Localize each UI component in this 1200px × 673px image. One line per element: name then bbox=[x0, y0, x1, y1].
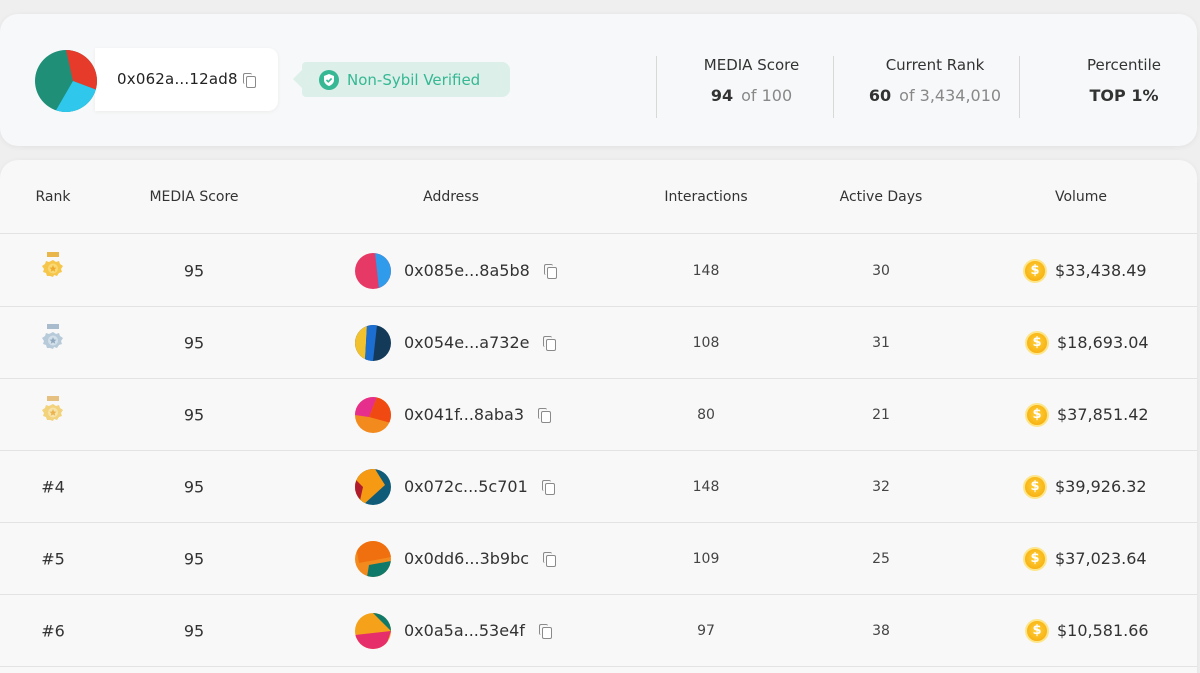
copy-icon[interactable] bbox=[541, 479, 555, 495]
table-header: Rank MEDIA Score Address Interactions Ac… bbox=[0, 160, 1197, 234]
volume-value: $33,438.49 bbox=[1055, 261, 1147, 280]
active-days-cell: 32 bbox=[872, 478, 890, 495]
address-cell: 0x085e...8a5b8 bbox=[355, 252, 557, 289]
interactions-cell: 109 bbox=[692, 550, 720, 567]
interactions-cell: 97 bbox=[697, 622, 715, 639]
avatar bbox=[355, 540, 391, 577]
header-address: Address bbox=[423, 189, 479, 205]
table-row[interactable]: 95 0x085e...8a5b8 148 30 $33,438.49 bbox=[0, 235, 1197, 307]
volume-cell: $10,581.66 bbox=[1025, 618, 1149, 643]
media-score-suffix: of 100 bbox=[741, 86, 793, 105]
current-rank-suffix: of 3,434,010 bbox=[899, 86, 1002, 105]
percentile-stat: Percentile TOP 1% bbox=[1060, 56, 1188, 105]
coin-icon bbox=[1023, 546, 1047, 571]
address-text[interactable]: 0x041f...8aba3 bbox=[404, 405, 524, 424]
avatar bbox=[355, 252, 391, 289]
address-text[interactable]: 0x072c...5c701 bbox=[404, 477, 528, 496]
coin-icon bbox=[1025, 330, 1049, 355]
header-active-days[interactable]: Active Days bbox=[840, 189, 923, 205]
active-days-cell: 25 bbox=[872, 550, 890, 567]
address-cell: 0x0a5a...53e4f bbox=[355, 612, 552, 649]
copy-icon[interactable] bbox=[538, 407, 552, 423]
copy-icon[interactable] bbox=[538, 623, 552, 639]
volume-cell: $37,023.64 bbox=[1023, 546, 1147, 571]
coin-icon bbox=[1025, 402, 1049, 427]
table-row[interactable]: #6 95 0x0a5a...53e4f 97 38 $10,581.66 bbox=[0, 595, 1197, 667]
rank-cell: #6 bbox=[41, 621, 65, 640]
current-rank-value: 60 bbox=[868, 86, 892, 105]
leaderboard-table: Rank MEDIA Score Address Interactions Ac… bbox=[0, 160, 1197, 673]
address-text[interactable]: 0x0a5a...53e4f bbox=[404, 621, 525, 640]
active-days-cell: 31 bbox=[872, 334, 890, 351]
score-cell: 95 bbox=[183, 405, 205, 424]
header-rank[interactable]: Rank bbox=[36, 189, 71, 205]
volume-cell: $33,438.49 bbox=[1023, 258, 1147, 283]
copy-icon[interactable] bbox=[543, 263, 557, 279]
copy-icon[interactable] bbox=[543, 335, 557, 351]
score-cell: 95 bbox=[183, 549, 205, 568]
address-text[interactable]: 0x054e...a732e bbox=[404, 333, 529, 352]
table-row[interactable]: 95 0x041f...8aba3 80 21 $37,851.42 bbox=[0, 379, 1197, 451]
volume-cell: $18,693.04 bbox=[1025, 330, 1149, 355]
score-cell: 95 bbox=[183, 333, 205, 352]
stats-group: MEDIA Score 94 of 100 Current Rank 60 of 3… bbox=[0, 56, 1197, 118]
table-row[interactable]: #4 95 0x072c...5c701 148 32 $39,926.32 bbox=[0, 451, 1197, 523]
current-rank-stat: Current Rank 60 of 3,434,010 bbox=[846, 56, 1024, 105]
score-cell: 95 bbox=[183, 477, 205, 496]
volume-value: $37,023.64 bbox=[1055, 549, 1147, 568]
address-cell: 0x054e...a732e bbox=[355, 324, 557, 361]
percentile-value: TOP 1% bbox=[1089, 86, 1159, 105]
header-interactions[interactable]: Interactions bbox=[664, 189, 747, 205]
volume-value: $10,581.66 bbox=[1057, 621, 1149, 640]
profile-card: 0x062a...12ad8 Non-Sybil Verified MEDIA … bbox=[0, 14, 1197, 146]
avatar bbox=[355, 324, 391, 361]
active-days-cell: 30 bbox=[872, 262, 890, 279]
score-cell: 95 bbox=[183, 261, 205, 280]
volume-cell: $37,851.42 bbox=[1025, 402, 1149, 427]
address-cell: 0x041f...8aba3 bbox=[355, 396, 552, 433]
interactions-cell: 148 bbox=[692, 262, 720, 279]
bronze-medal-icon bbox=[41, 395, 65, 434]
table-row[interactable]: 95 0x054e...a732e 108 31 $18,693.04 bbox=[0, 307, 1197, 379]
header-volume[interactable]: Volume bbox=[1055, 189, 1107, 205]
address-cell: 0x072c...5c701 bbox=[355, 468, 555, 505]
avatar bbox=[355, 612, 391, 649]
user-avatar bbox=[35, 50, 97, 112]
active-days-cell: 38 bbox=[872, 622, 890, 639]
volume-cell: $39,926.32 bbox=[1023, 474, 1147, 499]
header-media-score[interactable]: MEDIA Score bbox=[149, 189, 238, 205]
coin-icon bbox=[1023, 474, 1047, 499]
score-cell: 95 bbox=[183, 621, 205, 640]
address-cell: 0x0dd6...3b9bc bbox=[355, 540, 557, 577]
silver-medal-icon bbox=[41, 323, 65, 362]
volume-value: $39,926.32 bbox=[1055, 477, 1147, 496]
coin-icon bbox=[1025, 618, 1049, 643]
table-row[interactable]: #5 95 0x0dd6...3b9bc 109 25 $37,023.64 bbox=[0, 523, 1197, 595]
percentile-label: Percentile bbox=[1086, 56, 1161, 74]
active-days-cell: 21 bbox=[872, 406, 890, 423]
coin-icon bbox=[1023, 258, 1047, 283]
media-score-value: 94 bbox=[710, 86, 734, 105]
interactions-cell: 80 bbox=[697, 406, 715, 423]
media-score-stat: MEDIA Score 94 of 100 bbox=[680, 56, 823, 105]
avatar bbox=[355, 468, 391, 505]
rank-cell: #5 bbox=[41, 549, 65, 568]
media-score-label: MEDIA Score bbox=[703, 56, 800, 74]
current-rank-label: Current Rank bbox=[885, 56, 985, 74]
address-text[interactable]: 0x085e...8a5b8 bbox=[404, 261, 530, 280]
avatar bbox=[355, 396, 391, 433]
volume-value: $37,851.42 bbox=[1057, 405, 1149, 424]
rank-cell: #4 bbox=[41, 477, 65, 496]
interactions-cell: 108 bbox=[692, 334, 720, 351]
copy-icon[interactable] bbox=[543, 551, 557, 567]
interactions-cell: 148 bbox=[692, 478, 720, 495]
address-text[interactable]: 0x0dd6...3b9bc bbox=[404, 549, 529, 568]
volume-value: $18,693.04 bbox=[1057, 333, 1149, 352]
gold-medal-icon bbox=[41, 251, 65, 290]
